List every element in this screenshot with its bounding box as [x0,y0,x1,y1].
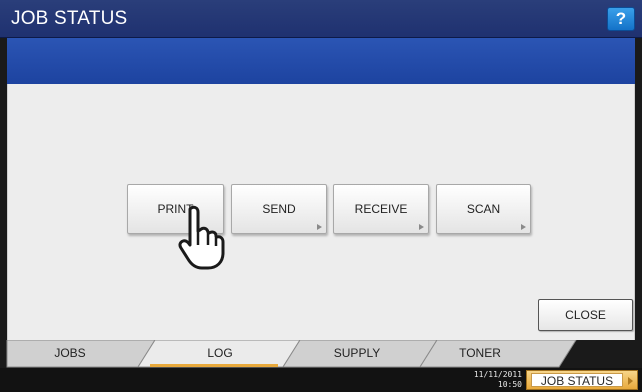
status-bar: 11/11/2011 10:50 JOB STATUS [0,368,642,392]
header-band [7,38,635,84]
tab-toner[interactable]: TONER [450,346,510,360]
arrow-right-icon [628,377,633,385]
job-status-label: JOB STATUS [531,373,623,388]
submenu-arrow-icon [419,224,424,230]
scan-log-label: SCAN [466,202,501,216]
close-button[interactable]: CLOSE [538,299,633,331]
page-title: JOB STATUS [11,8,128,29]
submenu-arrow-icon [317,224,322,230]
send-log-button[interactable]: SEND [231,184,327,234]
scan-log-button[interactable]: SCAN [436,184,531,234]
job-status-button[interactable]: JOB STATUS [526,370,638,390]
tab-supply[interactable]: SUPPLY [312,346,402,360]
date-display: 11/11/2011 [473,370,522,379]
submenu-arrow-icon [521,224,526,230]
receive-log-button[interactable]: RECEIVE [333,184,429,234]
hand-pointer-icon [178,205,225,270]
active-tab-underline [150,364,278,367]
datetime: 11/11/2011 10:50 [462,370,522,390]
tab-log[interactable]: LOG [180,346,260,360]
receive-log-label: RECEIVE [354,202,408,216]
send-log-label: SEND [262,202,296,216]
help-button[interactable]: ? [607,7,635,31]
log-panel: PRINT SEND RECEIVE SCAN CLOSE [7,84,635,340]
time-display: 10:50 [497,380,522,389]
tab-bar: JOBS LOG SUPPLY TONER [0,340,642,368]
title-bar: JOB STATUS ? [0,0,642,38]
tab-jobs[interactable]: JOBS [40,346,100,360]
